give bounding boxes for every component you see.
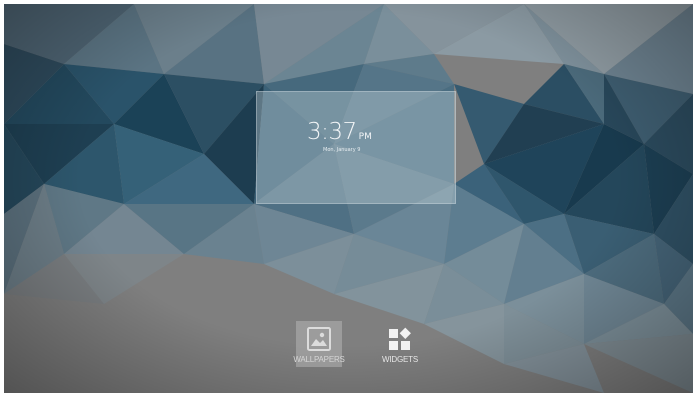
widgets-icon (389, 327, 411, 350)
widgets-label: WIDGETS (382, 355, 418, 364)
clock-time: 3:37 PM (307, 119, 372, 145)
wallpapers-button[interactable]: WALLPAPERS (293, 321, 345, 367)
clock-ampm: PM (358, 132, 372, 142)
wallpapers-label: WALLPAPERS (293, 355, 345, 364)
image-icon (307, 327, 331, 351)
clock-widget[interactable]: 3:37 PM Mon, January 9 (256, 91, 456, 204)
clock-date: Mon, January 9 (323, 147, 361, 153)
clock-time-value: 3:37 (307, 119, 357, 145)
widgets-button[interactable]: WIDGETS (377, 321, 423, 367)
launcher-screen: 3:37 PM Mon, January 9 WALLPAPERS WIDGETS (4, 4, 693, 393)
